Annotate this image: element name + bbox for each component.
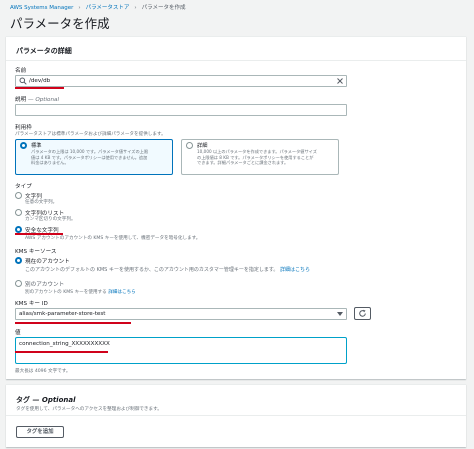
type-string-radio[interactable] xyxy=(15,192,22,199)
tags-heading: タグ — Optional xyxy=(16,395,76,405)
value-hint: 最大長は 4096 文字です。 xyxy=(15,369,71,374)
tier-description: パラメータストアは標準パラメータおよび詳細パラメータを提供します。 xyxy=(15,132,166,137)
kms-key-id-label: KMS キー ID xyxy=(15,301,48,307)
type-secure-radio[interactable] xyxy=(15,226,22,233)
tier-label: 利用枠 xyxy=(15,125,32,131)
caret-down-icon xyxy=(337,312,343,316)
panel-divider xyxy=(6,60,466,61)
kms-current-account-desc: このアカウントのデフォルトの KMS キーを使用するか、このアカウント用のカスタ… xyxy=(25,266,310,273)
kms-other-desc-text: 別のアカウントの KMS キーを使用する xyxy=(25,290,107,295)
learn-more-link[interactable]: 詳細はこちら xyxy=(280,267,310,273)
kms-source-label: KMS キーソース xyxy=(15,249,57,255)
tags-description: タグを使用して、パラメータへのアクセスを整理および制御できます。 xyxy=(16,407,162,412)
tags-panel: タグ — Optional タグを使用して、パラメータへのアクセスを整理および制… xyxy=(6,384,466,447)
optional-tag: — Optional xyxy=(32,396,76,404)
breadcrumb-current: パラメータを作成 xyxy=(141,5,186,11)
type-stringlist-desc: カンマ区切りの文字列。 xyxy=(25,217,76,222)
description-label-text: 説明 xyxy=(15,97,27,103)
annotation-underline xyxy=(15,87,64,89)
tier-standard-desc: パラメータの上限は 10,000 です。パラメータ値サイズの上限値は 4 KB … xyxy=(31,149,149,166)
tier-standard-radio[interactable] xyxy=(20,142,27,149)
description-label: 説明 — Optional xyxy=(15,95,59,103)
kms-current-desc-text: このアカウントのデフォルトの KMS キーを使用するか、このアカウント用のカスタ… xyxy=(25,267,279,273)
add-tag-button[interactable]: タグを追加 xyxy=(16,426,64,438)
name-input[interactable] xyxy=(15,75,347,87)
type-secure-desc: AWS アカウントのアカウントの KMS キーを使用して、機密データを暗号化しま… xyxy=(25,236,201,241)
tier-advanced-title: 詳細 xyxy=(197,143,208,149)
kms-other-account-radio[interactable] xyxy=(15,280,22,287)
panel-divider xyxy=(6,415,466,416)
value-text: connection_string_XXXXXXXXXX xyxy=(19,341,110,347)
page-title: パラメータを作成 xyxy=(10,16,110,31)
name-value: /dev/db xyxy=(29,78,51,84)
annotation-underline xyxy=(15,322,131,324)
kms-current-account-label[interactable]: 現在のアカウント xyxy=(25,257,70,265)
close-icon[interactable] xyxy=(337,78,343,84)
breadcrumb-parameter-store-link[interactable]: パラメータストア xyxy=(86,5,130,11)
type-label: タイプ xyxy=(15,184,32,190)
search-icon xyxy=(19,77,27,85)
breadcrumb: AWS Systems Manager › パラメータストア › パラメータを作成 xyxy=(10,3,185,11)
learn-more-link[interactable]: 詳細はこちら xyxy=(108,290,136,295)
tags-heading-text: タグ xyxy=(16,396,30,404)
tier-standard-title: 標準 xyxy=(31,143,42,149)
chevron-right-icon: › xyxy=(78,5,81,11)
annotation-underline xyxy=(15,351,108,353)
chevron-right-icon: › xyxy=(134,5,137,11)
refresh-icon xyxy=(359,309,366,317)
panel-heading: パラメータの詳細 xyxy=(16,47,72,55)
kms-current-account-radio[interactable] xyxy=(15,257,22,264)
type-stringlist-radio[interactable] xyxy=(15,209,22,216)
type-string-desc: 任意の文字列。 xyxy=(25,200,58,205)
tier-advanced-desc: 10,000 以上のパラメータを作成できます。パラメータ値サイズの上限値は 8 … xyxy=(197,149,317,166)
tier-advanced-radio[interactable] xyxy=(186,142,193,149)
kms-other-account-desc: 別のアカウントの KMS キーを使用する 詳細はこちら xyxy=(25,289,136,295)
description-input[interactable] xyxy=(15,104,347,116)
breadcrumb-root-link[interactable]: AWS Systems Manager xyxy=(10,5,73,11)
kms-other-account-label[interactable]: 別のアカウント xyxy=(25,280,64,288)
name-label: 名前 xyxy=(15,68,27,74)
optional-tag: — Optional xyxy=(27,97,60,103)
kms-key-id-value: alias/smk-parameter-store-test xyxy=(19,311,106,317)
value-label: 値 xyxy=(15,330,21,336)
parameter-details-panel: パラメータの詳細 xyxy=(6,36,466,379)
